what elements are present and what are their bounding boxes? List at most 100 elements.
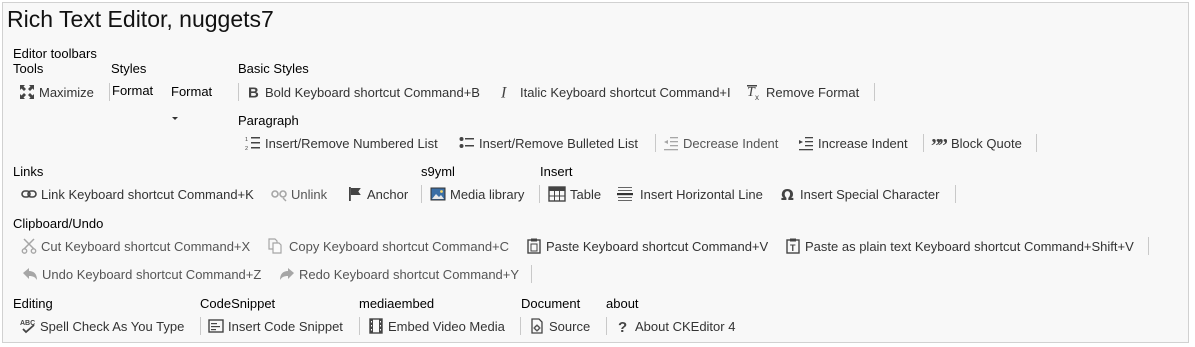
svg-text:B: B [248, 85, 259, 101]
horizontal-line-button[interactable]: Insert Horizontal Line [617, 183, 763, 205]
about-label: About CKEditor 4 [635, 318, 736, 334]
toolbar-separator [520, 317, 521, 335]
numbered-list-button[interactable]: 12 Insert/Remove Numbered List [245, 132, 438, 154]
link-button[interactable]: Link Keyboard shortcut Command+K [21, 183, 254, 205]
group-label-clipboard: Clipboard/Undo [13, 216, 104, 231]
bold-button[interactable]: B Bold Keyboard shortcut Command+B [245, 81, 480, 103]
bulleted-list-label: Insert/Remove Bulleted List [479, 135, 638, 151]
unlink-icon [271, 186, 287, 202]
increase-indent-label: Increase Indent [818, 135, 908, 151]
group-label-styles: Styles [111, 61, 147, 76]
table-button[interactable]: Table [548, 183, 601, 205]
group-label-basic-styles: Basic Styles [238, 61, 309, 76]
group-label-paragraph: Paragraph [238, 113, 299, 128]
decrease-indent-button[interactable]: Decrease Indent [663, 132, 778, 154]
italic-icon: I [497, 84, 513, 101]
table-label: Table [570, 186, 602, 202]
bold-label: Bold Keyboard shortcut Command+B [265, 84, 480, 100]
undo-icon [22, 266, 38, 282]
toolbar-separator [955, 185, 956, 203]
group-label-tools: Tools [13, 61, 44, 76]
decrease-indent-icon [663, 135, 679, 151]
source-icon [529, 318, 545, 334]
group-label-mediaembed: mediaembed [359, 296, 435, 311]
svg-text:Ω: Ω [781, 186, 794, 202]
group-label-about: about [606, 296, 639, 311]
code-snippet-label: Insert Code Snippet [228, 318, 343, 334]
toolbar-separator [531, 265, 532, 283]
block-quote-icon: ”” [931, 135, 947, 151]
toolbar-separator [655, 134, 656, 152]
svg-text:2: 2 [245, 146, 248, 151]
bulleted-list-button[interactable]: Insert/Remove Bulleted List [459, 132, 638, 154]
group-label-insert: Insert [540, 164, 573, 179]
embed-video-button[interactable]: Embed Video Media [368, 315, 505, 337]
spell-check-icon: ABC [20, 318, 36, 334]
format-combo[interactable]: Format [171, 84, 212, 99]
format-dropdown-arrow-icon[interactable] [172, 117, 178, 120]
link-icon [21, 186, 37, 202]
redo-icon [279, 266, 295, 282]
anchor-button[interactable]: Anchor [347, 183, 408, 205]
remove-format-label: Remove Format [766, 84, 860, 100]
toolbar-separator [421, 185, 422, 203]
maximize-button[interactable]: Maximize [19, 81, 94, 103]
remove-format-icon: Tx [746, 84, 762, 100]
undo-button[interactable]: Undo Keyboard shortcut Command+Z [22, 263, 261, 285]
toolbar-separator [606, 317, 607, 335]
bold-icon: B [245, 84, 261, 101]
toolbar-separator [1036, 134, 1037, 152]
media-library-label: Media library [450, 186, 525, 202]
toolbars-label: Editor toolbars [13, 46, 97, 61]
increase-indent-icon [798, 135, 814, 151]
code-snippet-button[interactable]: Insert Code Snippet [208, 315, 343, 337]
svg-text:”: ” [938, 135, 947, 151]
redo-button[interactable]: Redo Keyboard shortcut Command+Y [279, 263, 519, 285]
undo-label: Undo Keyboard shortcut Command+Z [42, 266, 262, 282]
flag-icon [347, 186, 363, 202]
decrease-indent-label: Decrease Indent [683, 135, 779, 151]
copy-button[interactable]: Copy Keyboard shortcut Command+C [267, 235, 509, 257]
group-label-s9yml: s9yml [421, 164, 455, 179]
unlink-button[interactable]: Unlink [271, 183, 327, 205]
media-library-button[interactable]: Media library [430, 183, 524, 205]
anchor-label: Anchor [367, 186, 409, 202]
toolbar-separator [874, 83, 875, 101]
numbered-list-icon: 12 [245, 135, 261, 151]
horizontal-line-icon [617, 186, 633, 202]
svg-text:?: ? [618, 319, 627, 334]
bulleted-list-icon [459, 135, 475, 151]
toolbar-separator [359, 317, 360, 335]
svg-text:T: T [790, 243, 796, 253]
toolbar-separator [539, 185, 540, 203]
question-mark-icon: ? [615, 318, 631, 334]
special-character-button[interactable]: Ω Insert Special Character [780, 183, 939, 205]
source-button[interactable]: Source [529, 315, 590, 337]
about-button[interactable]: ? About CKEditor 4 [615, 315, 735, 337]
italic-button[interactable]: I Italic Keyboard shortcut Command+I [497, 81, 731, 103]
horizontal-line-label: Insert Horizontal Line [640, 186, 763, 202]
maximize-icon [19, 84, 35, 100]
remove-format-button[interactable]: Tx Remove Format [746, 81, 859, 103]
cut-label: Cut Keyboard shortcut Command+X [41, 238, 251, 254]
block-quote-label: Block Quote [951, 135, 1022, 151]
clipboard-icon [526, 238, 542, 254]
format-label: Format [112, 83, 154, 98]
group-label-document: Document [521, 296, 581, 311]
spell-check-button[interactable]: ABC Spell Check As You Type [20, 315, 184, 337]
paste-plain-text-label: Paste as plain text Keyboard shortcut Co… [805, 238, 1134, 254]
redo-label: Redo Keyboard shortcut Command+Y [299, 266, 520, 282]
paste-plain-text-button[interactable]: T Paste as plain text Keyboard shortcut … [785, 235, 1134, 257]
copy-label: Copy Keyboard shortcut Command+C [289, 238, 510, 254]
toolbar-separator [923, 134, 924, 152]
increase-indent-button[interactable]: Increase Indent [798, 132, 908, 154]
table-icon [548, 186, 566, 202]
maximize-label: Maximize [39, 84, 94, 100]
spell-check-label: Spell Check As You Type [40, 318, 185, 334]
special-character-label: Insert Special Character [800, 186, 940, 202]
toolbar-separator [200, 317, 201, 335]
paste-text-icon: T [785, 238, 801, 254]
paste-button[interactable]: Paste Keyboard shortcut Command+V [526, 235, 768, 257]
cut-button[interactable]: Cut Keyboard shortcut Command+X [21, 235, 250, 257]
block-quote-button[interactable]: ”” Block Quote [931, 132, 1022, 154]
